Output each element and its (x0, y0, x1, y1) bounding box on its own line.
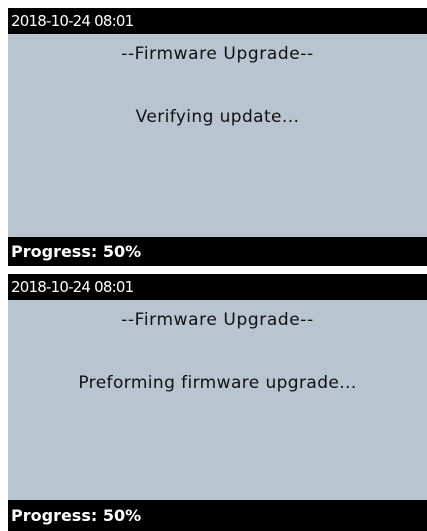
progress-label: Progress: 50% (8, 237, 427, 266)
device-screen-verifying: 2018-10-24 08:01 --Firmware Upgrade-- Ve… (8, 8, 427, 266)
device-screen-upgrading: 2018-10-24 08:01 --Firmware Upgrade-- Pr… (8, 274, 427, 531)
screen-title: --Firmware Upgrade-- (121, 310, 314, 330)
screen-title: --Firmware Upgrade-- (121, 44, 314, 64)
status-message: Preforming firmware upgrade... (78, 373, 357, 393)
progress-label: Progress: 50% (8, 500, 427, 531)
status-message: Verifying update... (135, 107, 300, 127)
status-bar-timestamp: 2018-10-24 08:01 (8, 274, 427, 300)
status-bar-timestamp: 2018-10-24 08:01 (8, 8, 427, 34)
